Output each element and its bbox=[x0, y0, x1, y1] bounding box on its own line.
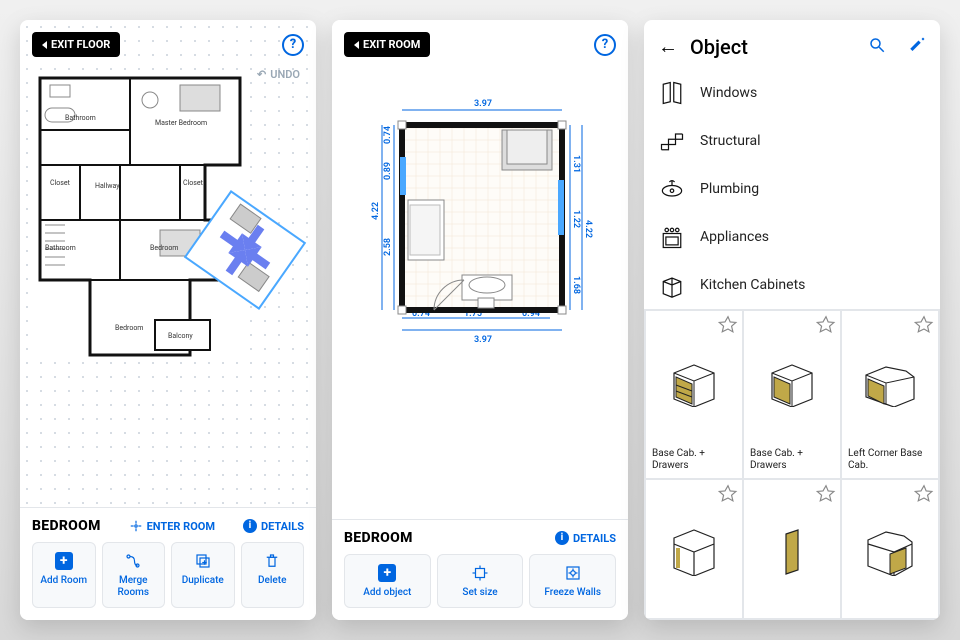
object-name: Left Corner Base Cab. bbox=[848, 448, 932, 472]
svg-text:1.31: 1.31 bbox=[571, 155, 581, 173]
object-card[interactable]: Base Cab. + Drawers bbox=[744, 311, 840, 478]
favorite-star-icon[interactable] bbox=[914, 484, 934, 504]
back-arrow-icon[interactable]: ← bbox=[658, 34, 678, 59]
add-object-button[interactable]: +Add object bbox=[344, 554, 431, 608]
room-name-label: BEDROOM bbox=[344, 530, 413, 546]
info-icon: i bbox=[243, 519, 257, 533]
object-card[interactable] bbox=[646, 480, 742, 619]
svg-text:1.68: 1.68 bbox=[571, 276, 581, 294]
chevron-left-icon bbox=[42, 41, 47, 49]
merge-rooms-button[interactable]: Merge Rooms bbox=[102, 542, 166, 608]
category-appliances[interactable]: Appliances bbox=[658, 213, 926, 261]
object-title: Object bbox=[690, 35, 846, 59]
object-browser-screen: ← Object Windows Structural Plumbing App… bbox=[644, 20, 940, 620]
svg-text:Bedroom: Bedroom bbox=[115, 324, 143, 332]
details-link[interactable]: iDETAILS bbox=[243, 519, 304, 533]
svg-text:Balcony: Balcony bbox=[168, 332, 193, 340]
object-name: Base Cab. + Drawers bbox=[750, 448, 834, 472]
floor-canvas[interactable]: Bathroom Master Bedroom Closet Hallway C… bbox=[20, 20, 316, 507]
svg-text:Hallway: Hallway bbox=[95, 182, 120, 190]
svg-text:1.22: 1.22 bbox=[571, 210, 581, 228]
enter-room-link[interactable]: ENTER ROOM bbox=[129, 519, 215, 533]
object-card[interactable] bbox=[842, 480, 938, 619]
delete-button[interactable]: Delete bbox=[241, 542, 305, 608]
floor-editor-screen: EXIT FLOOR ? ↶ UNDO bbox=[20, 20, 316, 620]
set-size-button[interactable]: Set size bbox=[437, 554, 524, 608]
room-editor-screen: EXIT ROOM ? ↶ UNDO 3.97 3.97 4.22 4.22 0… bbox=[332, 20, 628, 620]
svg-text:4.22: 4.22 bbox=[371, 202, 381, 220]
exit-room-button[interactable]: EXIT ROOM bbox=[344, 32, 430, 57]
object-card[interactable]: Left Corner Base Cab. bbox=[842, 311, 938, 478]
svg-text:0.74: 0.74 bbox=[383, 126, 393, 144]
svg-text:Closet: Closet bbox=[50, 179, 71, 187]
favorite-star-icon[interactable] bbox=[816, 484, 836, 504]
svg-text:Bathroom: Bathroom bbox=[65, 114, 96, 122]
chevron-left-icon bbox=[354, 41, 359, 49]
search-icon[interactable] bbox=[868, 36, 886, 58]
svg-text:3.97: 3.97 bbox=[474, 99, 492, 109]
svg-text:Bedroom: Bedroom bbox=[150, 244, 178, 252]
svg-text:Master Bedroom: Master Bedroom bbox=[155, 119, 207, 127]
room-bottom-panel: BEDROOM iDETAILS +Add object Set size Fr… bbox=[332, 519, 628, 620]
details-link[interactable]: iDETAILS bbox=[555, 531, 616, 545]
object-grid: Base Cab. + Drawers Base Cab. + Drawers … bbox=[644, 309, 940, 620]
help-icon[interactable]: ? bbox=[594, 34, 616, 56]
svg-text:Bathroom: Bathroom bbox=[45, 244, 76, 252]
object-card[interactable]: Base Cab. + Drawers bbox=[646, 311, 742, 478]
add-room-button[interactable]: +Add Room bbox=[32, 542, 96, 608]
help-icon[interactable]: ? bbox=[282, 34, 304, 56]
svg-text:Closet: Closet bbox=[183, 179, 204, 187]
category-list: Windows Structural Plumbing Appliances K… bbox=[644, 69, 940, 309]
floor-bottom-panel: BEDROOM ENTER ROOM iDETAILS +Add Room Me… bbox=[20, 507, 316, 620]
object-name: Base Cab. + Drawers bbox=[652, 448, 736, 472]
favorite-star-icon[interactable] bbox=[718, 484, 738, 504]
svg-text:3.97: 3.97 bbox=[474, 335, 492, 345]
svg-text:4.22: 4.22 bbox=[583, 220, 593, 238]
svg-text:2.58: 2.58 bbox=[383, 238, 393, 256]
category-plumbing[interactable]: Plumbing bbox=[658, 165, 926, 213]
exit-floor-button[interactable]: EXIT FLOOR bbox=[32, 32, 120, 57]
favorite-star-icon[interactable] bbox=[914, 315, 934, 335]
favorite-star-icon[interactable] bbox=[718, 315, 738, 335]
category-kitchen-cabinets[interactable]: Kitchen Cabinets bbox=[658, 261, 926, 309]
category-windows[interactable]: Windows bbox=[658, 69, 926, 117]
edit-icon[interactable] bbox=[908, 36, 926, 58]
room-name-label: BEDROOM bbox=[32, 518, 101, 534]
favorite-star-icon[interactable] bbox=[816, 315, 836, 335]
info-icon: i bbox=[555, 531, 569, 545]
room-canvas[interactable]: 3.97 3.97 4.22 4.22 0.74 0.89 2.58 1.31 … bbox=[332, 20, 628, 519]
category-structural[interactable]: Structural bbox=[658, 117, 926, 165]
duplicate-button[interactable]: Duplicate bbox=[171, 542, 235, 608]
svg-text:0.89: 0.89 bbox=[383, 162, 393, 180]
object-card[interactable] bbox=[744, 480, 840, 619]
freeze-walls-button[interactable]: Freeze Walls bbox=[529, 554, 616, 608]
